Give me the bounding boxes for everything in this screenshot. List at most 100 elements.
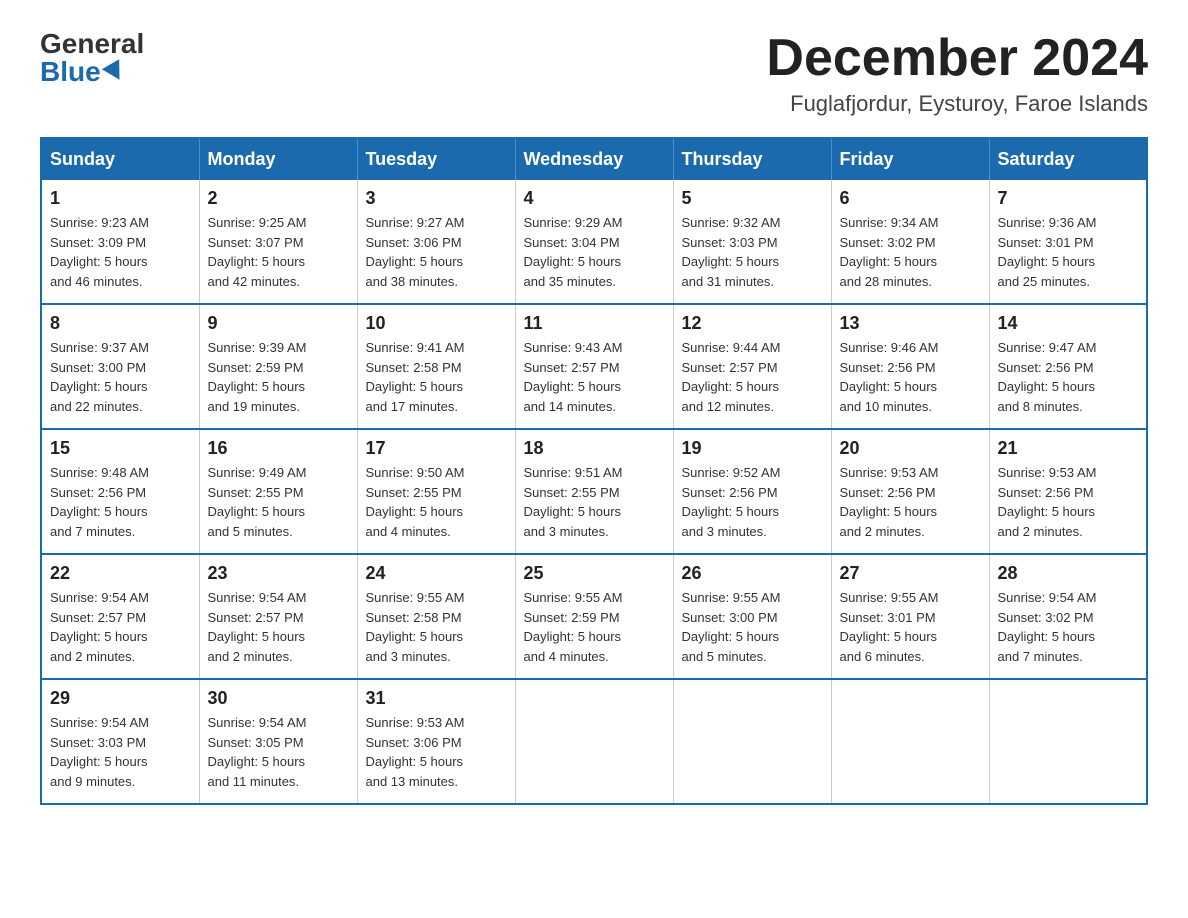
- day-info: Sunrise: 9:53 AM Sunset: 3:06 PM Dayligh…: [366, 713, 507, 791]
- day-number: 31: [366, 688, 507, 709]
- col-friday: Friday: [831, 138, 989, 180]
- location-subtitle: Fuglafjordur, Eysturoy, Faroe Islands: [766, 91, 1148, 117]
- col-monday: Monday: [199, 138, 357, 180]
- col-wednesday: Wednesday: [515, 138, 673, 180]
- table-row: 25 Sunrise: 9:55 AM Sunset: 2:59 PM Dayl…: [515, 554, 673, 679]
- day-info: Sunrise: 9:32 AM Sunset: 3:03 PM Dayligh…: [682, 213, 823, 291]
- day-info: Sunrise: 9:50 AM Sunset: 2:55 PM Dayligh…: [366, 463, 507, 541]
- table-row: 17 Sunrise: 9:50 AM Sunset: 2:55 PM Dayl…: [357, 429, 515, 554]
- logo-blue-text: Blue: [40, 58, 125, 86]
- table-row: 24 Sunrise: 9:55 AM Sunset: 2:58 PM Dayl…: [357, 554, 515, 679]
- day-number: 23: [208, 563, 349, 584]
- day-number: 14: [998, 313, 1139, 334]
- day-number: 11: [524, 313, 665, 334]
- day-number: 6: [840, 188, 981, 209]
- day-number: 4: [524, 188, 665, 209]
- day-number: 13: [840, 313, 981, 334]
- table-row: 6 Sunrise: 9:34 AM Sunset: 3:02 PM Dayli…: [831, 180, 989, 304]
- day-number: 24: [366, 563, 507, 584]
- day-number: 7: [998, 188, 1139, 209]
- day-info: Sunrise: 9:54 AM Sunset: 3:03 PM Dayligh…: [50, 713, 191, 791]
- logo-triangle-icon: [102, 59, 128, 85]
- logo: General Blue: [40, 30, 144, 86]
- table-row: 8 Sunrise: 9:37 AM Sunset: 3:00 PM Dayli…: [41, 304, 199, 429]
- day-number: 17: [366, 438, 507, 459]
- day-info: Sunrise: 9:53 AM Sunset: 2:56 PM Dayligh…: [840, 463, 981, 541]
- day-info: Sunrise: 9:37 AM Sunset: 3:00 PM Dayligh…: [50, 338, 191, 416]
- table-row: 1 Sunrise: 9:23 AM Sunset: 3:09 PM Dayli…: [41, 180, 199, 304]
- title-block: December 2024 Fuglafjordur, Eysturoy, Fa…: [766, 30, 1148, 117]
- calendar-week-row: 29 Sunrise: 9:54 AM Sunset: 3:03 PM Dayl…: [41, 679, 1147, 804]
- day-info: Sunrise: 9:49 AM Sunset: 2:55 PM Dayligh…: [208, 463, 349, 541]
- table-row: 20 Sunrise: 9:53 AM Sunset: 2:56 PM Dayl…: [831, 429, 989, 554]
- day-info: Sunrise: 9:39 AM Sunset: 2:59 PM Dayligh…: [208, 338, 349, 416]
- day-info: Sunrise: 9:53 AM Sunset: 2:56 PM Dayligh…: [998, 463, 1139, 541]
- col-thursday: Thursday: [673, 138, 831, 180]
- day-info: Sunrise: 9:46 AM Sunset: 2:56 PM Dayligh…: [840, 338, 981, 416]
- table-row: 26 Sunrise: 9:55 AM Sunset: 3:00 PM Dayl…: [673, 554, 831, 679]
- day-info: Sunrise: 9:55 AM Sunset: 3:00 PM Dayligh…: [682, 588, 823, 666]
- day-number: 22: [50, 563, 191, 584]
- day-info: Sunrise: 9:27 AM Sunset: 3:06 PM Dayligh…: [366, 213, 507, 291]
- table-row: 14 Sunrise: 9:47 AM Sunset: 2:56 PM Dayl…: [989, 304, 1147, 429]
- table-row: 18 Sunrise: 9:51 AM Sunset: 2:55 PM Dayl…: [515, 429, 673, 554]
- col-tuesday: Tuesday: [357, 138, 515, 180]
- table-row: 21 Sunrise: 9:53 AM Sunset: 2:56 PM Dayl…: [989, 429, 1147, 554]
- logo-general-text: General: [40, 30, 144, 58]
- table-row: 5 Sunrise: 9:32 AM Sunset: 3:03 PM Dayli…: [673, 180, 831, 304]
- table-row: [673, 679, 831, 804]
- day-number: 8: [50, 313, 191, 334]
- day-info: Sunrise: 9:55 AM Sunset: 2:58 PM Dayligh…: [366, 588, 507, 666]
- calendar-week-row: 22 Sunrise: 9:54 AM Sunset: 2:57 PM Dayl…: [41, 554, 1147, 679]
- day-info: Sunrise: 9:51 AM Sunset: 2:55 PM Dayligh…: [524, 463, 665, 541]
- day-info: Sunrise: 9:36 AM Sunset: 3:01 PM Dayligh…: [998, 213, 1139, 291]
- day-number: 28: [998, 563, 1139, 584]
- day-info: Sunrise: 9:52 AM Sunset: 2:56 PM Dayligh…: [682, 463, 823, 541]
- day-number: 9: [208, 313, 349, 334]
- day-info: Sunrise: 9:23 AM Sunset: 3:09 PM Dayligh…: [50, 213, 191, 291]
- day-number: 20: [840, 438, 981, 459]
- day-info: Sunrise: 9:48 AM Sunset: 2:56 PM Dayligh…: [50, 463, 191, 541]
- calendar-week-row: 8 Sunrise: 9:37 AM Sunset: 3:00 PM Dayli…: [41, 304, 1147, 429]
- calendar-table: Sunday Monday Tuesday Wednesday Thursday…: [40, 137, 1148, 805]
- col-sunday: Sunday: [41, 138, 199, 180]
- month-title: December 2024: [766, 30, 1148, 87]
- table-row: 9 Sunrise: 9:39 AM Sunset: 2:59 PM Dayli…: [199, 304, 357, 429]
- day-number: 10: [366, 313, 507, 334]
- table-row: 30 Sunrise: 9:54 AM Sunset: 3:05 PM Dayl…: [199, 679, 357, 804]
- day-info: Sunrise: 9:54 AM Sunset: 3:05 PM Dayligh…: [208, 713, 349, 791]
- day-info: Sunrise: 9:44 AM Sunset: 2:57 PM Dayligh…: [682, 338, 823, 416]
- day-number: 5: [682, 188, 823, 209]
- day-number: 15: [50, 438, 191, 459]
- day-info: Sunrise: 9:43 AM Sunset: 2:57 PM Dayligh…: [524, 338, 665, 416]
- day-info: Sunrise: 9:29 AM Sunset: 3:04 PM Dayligh…: [524, 213, 665, 291]
- table-row: 2 Sunrise: 9:25 AM Sunset: 3:07 PM Dayli…: [199, 180, 357, 304]
- table-row: 23 Sunrise: 9:54 AM Sunset: 2:57 PM Dayl…: [199, 554, 357, 679]
- day-number: 19: [682, 438, 823, 459]
- day-number: 3: [366, 188, 507, 209]
- day-info: Sunrise: 9:54 AM Sunset: 3:02 PM Dayligh…: [998, 588, 1139, 666]
- day-info: Sunrise: 9:34 AM Sunset: 3:02 PM Dayligh…: [840, 213, 981, 291]
- day-info: Sunrise: 9:47 AM Sunset: 2:56 PM Dayligh…: [998, 338, 1139, 416]
- table-row: 28 Sunrise: 9:54 AM Sunset: 3:02 PM Dayl…: [989, 554, 1147, 679]
- table-row: 11 Sunrise: 9:43 AM Sunset: 2:57 PM Dayl…: [515, 304, 673, 429]
- table-row: 16 Sunrise: 9:49 AM Sunset: 2:55 PM Dayl…: [199, 429, 357, 554]
- day-info: Sunrise: 9:25 AM Sunset: 3:07 PM Dayligh…: [208, 213, 349, 291]
- calendar-week-row: 15 Sunrise: 9:48 AM Sunset: 2:56 PM Dayl…: [41, 429, 1147, 554]
- day-number: 1: [50, 188, 191, 209]
- calendar-header-row: Sunday Monday Tuesday Wednesday Thursday…: [41, 138, 1147, 180]
- day-info: Sunrise: 9:54 AM Sunset: 2:57 PM Dayligh…: [208, 588, 349, 666]
- page-header: General Blue December 2024 Fuglafjordur,…: [40, 30, 1148, 117]
- table-row: 29 Sunrise: 9:54 AM Sunset: 3:03 PM Dayl…: [41, 679, 199, 804]
- table-row: 27 Sunrise: 9:55 AM Sunset: 3:01 PM Dayl…: [831, 554, 989, 679]
- table-row: [831, 679, 989, 804]
- day-number: 25: [524, 563, 665, 584]
- table-row: 10 Sunrise: 9:41 AM Sunset: 2:58 PM Dayl…: [357, 304, 515, 429]
- table-row: 15 Sunrise: 9:48 AM Sunset: 2:56 PM Dayl…: [41, 429, 199, 554]
- day-info: Sunrise: 9:55 AM Sunset: 3:01 PM Dayligh…: [840, 588, 981, 666]
- table-row: 22 Sunrise: 9:54 AM Sunset: 2:57 PM Dayl…: [41, 554, 199, 679]
- day-number: 2: [208, 188, 349, 209]
- table-row: [989, 679, 1147, 804]
- day-number: 16: [208, 438, 349, 459]
- table-row: 4 Sunrise: 9:29 AM Sunset: 3:04 PM Dayli…: [515, 180, 673, 304]
